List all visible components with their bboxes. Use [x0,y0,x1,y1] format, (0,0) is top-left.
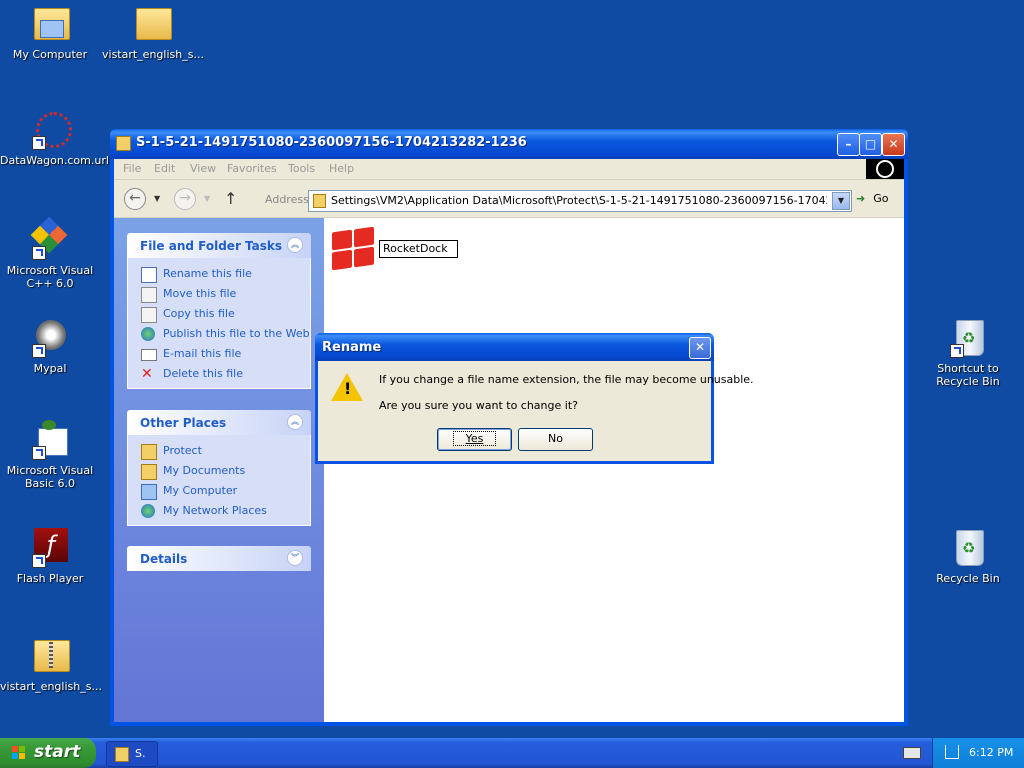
dialog-message-line1: If you change a file name extension, the… [379,373,754,386]
maximize-button[interactable]: □ [859,133,882,156]
back-button[interactable]: ← [124,188,146,210]
rename-dialog: Rename ✕ If you change a file name exten… [315,333,754,464]
desktop-icon-datawagon[interactable]: DataWagon.com.url [0,110,109,167]
back-dropdown-icon[interactable]: ▼ [154,194,160,203]
place-my-network-places[interactable]: My Network Places [128,501,310,521]
menu-view[interactable]: View [190,162,216,175]
menu-tools[interactable]: Tools [288,162,315,175]
copy-icon [141,307,157,323]
desktop-icon-shortcut-recycle-bin[interactable]: Shortcut to Recycle Bin [918,318,1018,388]
computer-icon [141,484,157,500]
panel-header[interactable]: File and Folder Tasks ︽ [127,233,311,258]
desktop-icon-flash-player[interactable]: ƒ Flash Player [0,528,100,585]
dialog-body: If you change a file name extension, the… [318,361,754,461]
visual-cpp-icon [30,216,70,260]
globe-icon [141,327,155,341]
move-icon [141,287,157,303]
details-panel: Details ︾ [127,546,311,571]
address-bar[interactable]: Settings\VM2\Application Data\Microsoft\… [308,190,852,212]
chevron-down-icon[interactable]: ︾ [287,550,303,566]
desktop-icon-recycle-bin[interactable]: Recycle Bin [918,528,1018,585]
no-button[interactable]: No [518,428,593,451]
windows-logo-icon [12,746,26,760]
task-pane: File and Folder Tasks ︽ Rename this file… [114,218,324,722]
task-delete-file[interactable]: ✕ Delete this file [128,364,310,384]
web-shortcut-icon [30,110,72,150]
minimize-button[interactable]: – [837,133,860,156]
panel-header[interactable]: Other Places ︽ [127,410,311,435]
folder-icon [116,136,131,151]
forward-button[interactable]: → [174,188,196,210]
address-input[interactable]: Settings\VM2\Application Data\Microsoft\… [331,194,827,207]
menu-bar: File Edit View Favorites Tools Help [114,159,904,180]
toolbar: ← ▼ → ▼ ↑ Address Settings\VM2\Applicati… [114,181,904,218]
file-folder-tasks-panel: File and Folder Tasks ︽ Rename this file… [127,233,311,389]
recycle-bin-icon [948,528,988,568]
yes-button[interactable]: Yes [437,428,512,451]
window-title: S-1-5-21-1491751080-2360097156-170421328… [136,135,527,150]
task-move-file[interactable]: Move this file [128,284,310,304]
visual-basic-icon [30,420,70,460]
recycle-bin-icon [948,318,988,358]
desktop-icon-visual-basic[interactable]: Microsoft Visual Basic 6.0 [0,420,100,490]
network-icon[interactable] [945,745,959,759]
menu-favorites[interactable]: Favorites [227,162,277,175]
task-publish-web[interactable]: Publish this file to the Web [128,324,310,344]
place-my-computer[interactable]: My Computer [128,481,310,501]
documents-folder-icon [141,464,157,480]
up-folder-button[interactable]: ↑ [224,189,237,208]
rocketdock-file-icon[interactable] [330,226,376,271]
task-email-file[interactable]: E-mail this file [128,344,310,364]
delete-x-icon: ✕ [141,366,153,382]
task-rename-file[interactable]: Rename this file [128,264,310,284]
windows-throbber-icon [866,159,904,179]
address-label: Address [265,193,309,206]
network-globe-icon [141,504,155,518]
address-dropdown-button[interactable]: ▼ [832,192,850,210]
dialog-title: Rename [322,340,382,355]
taskbar: start S. 6:12 PM [0,738,1024,768]
start-button[interactable]: start [0,738,96,768]
desktop-icon-mypal[interactable]: Mypal [0,318,100,375]
close-button[interactable]: ✕ [882,133,905,156]
dialog-titlebar[interactable]: Rename ✕ [315,333,714,361]
menu-edit[interactable]: Edit [154,162,175,175]
raccoon-icon [30,318,70,358]
folder-icon [313,194,326,208]
computer-icon [30,4,70,44]
chevron-up-icon[interactable]: ︽ [287,414,303,430]
file-list-area[interactable]: RocketDock [324,218,904,722]
system-tray: 6:12 PM [932,738,1024,768]
forward-dropdown-icon[interactable]: ▼ [204,194,210,203]
panel-header[interactable]: Details ︾ [127,546,311,571]
window-titlebar[interactable]: S-1-5-21-1491751080-2360097156-170421328… [110,129,908,159]
folder-icon [141,444,157,460]
go-button[interactable]: ➜ Go [856,192,888,205]
task-copy-file[interactable]: Copy this file [128,304,310,324]
file-rename-input[interactable]: RocketDock [379,240,458,258]
menu-help[interactable]: Help [329,162,354,175]
place-protect[interactable]: Protect [128,441,310,461]
chevron-up-icon[interactable]: ︽ [287,237,303,253]
flash-icon: ƒ [30,528,70,568]
desktop-icon-vistart-1[interactable]: vistart_english_s... [102,4,204,61]
rename-icon [141,267,157,283]
warning-icon [331,373,363,401]
envelope-icon [141,349,157,361]
clock[interactable]: 6:12 PM [969,746,1013,759]
folder-icon [132,4,172,44]
desktop-icon-my-computer[interactable]: My Computer [0,4,100,61]
taskbar-item-explorer[interactable]: S. [106,741,158,767]
folder-icon [115,747,129,762]
desktop-icon-vistart-2[interactable]: vistart_english_s... [0,636,102,693]
menu-file[interactable]: File [123,162,141,175]
dialog-message-line2: Are you sure you want to change it? [379,399,578,412]
zip-folder-icon [30,636,70,676]
other-places-panel: Other Places ︽ Protect My Documents My C… [127,410,311,526]
dialog-close-button[interactable]: ✕ [689,337,711,359]
place-my-documents[interactable]: My Documents [128,461,310,481]
desktop-icon-visual-cpp[interactable]: Microsoft Visual C++ 6.0 [0,216,100,290]
go-arrow-icon: ➜ [856,192,866,205]
keyboard-icon[interactable] [903,747,921,759]
